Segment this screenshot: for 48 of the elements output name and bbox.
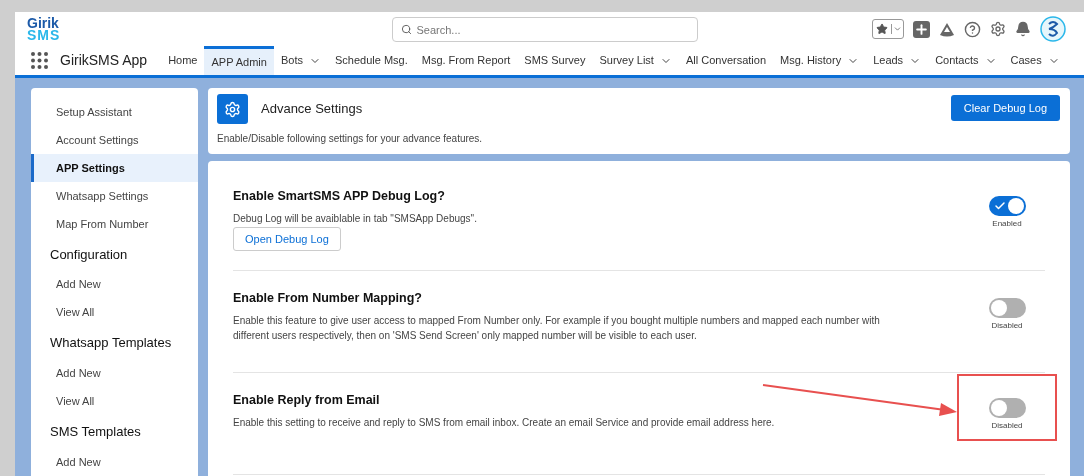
trailhead-icon[interactable] bbox=[939, 21, 955, 37]
toggle-status: Disabled bbox=[991, 420, 1023, 432]
clear-log-button[interactable]: Clear Debug Log bbox=[950, 95, 1060, 121]
setting-title: Enable SmartSMS APP Debug Log? bbox=[233, 188, 445, 205]
nav-tab[interactable]: Leads bbox=[866, 46, 929, 75]
settings-icon[interactable] bbox=[990, 21, 1006, 37]
nav-tab[interactable]: APP Admin bbox=[204, 46, 274, 75]
notification-icon[interactable] bbox=[1015, 21, 1031, 37]
favorites-button[interactable] bbox=[872, 19, 904, 39]
help-icon[interactable] bbox=[964, 20, 981, 38]
search-icon bbox=[400, 23, 412, 35]
setting-description: Debug Log will be avaiblable in tab "SMSApp Debugs". bbox=[233, 211, 478, 226]
sidebar-heading: SMS Templates bbox=[49, 422, 142, 441]
nav-tab[interactable]: Home bbox=[161, 46, 205, 75]
sidebar-heading: Configuration bbox=[49, 245, 129, 264]
nav-tab[interactable]: Survey List bbox=[592, 46, 679, 75]
add-icon[interactable] bbox=[913, 20, 930, 38]
setting-description: Enable this setting to receive and reply to SMS from email inbox. Create an email Service and provide email address here. bbox=[233, 415, 776, 430]
page-subtitle: Enable/Disable following settings for your advance features. bbox=[217, 132, 484, 146]
open-log-button[interactable]: Open Debug Log bbox=[233, 227, 341, 251]
nav-tab[interactable]: All Conversation bbox=[678, 46, 773, 75]
toggle-status: Disabled bbox=[991, 320, 1023, 332]
caret-icon bbox=[891, 24, 903, 34]
toggle-switch[interactable] bbox=[988, 298, 1026, 318]
nav-tab[interactable]: Contacts bbox=[928, 46, 1004, 75]
sidebar-heading: Whatsapp Templates bbox=[49, 334, 173, 353]
setting-title: Enable From Number Mapping? bbox=[233, 290, 422, 307]
nav-tab[interactable]: SMS Survey bbox=[517, 46, 593, 75]
search-field[interactable]: Search... bbox=[391, 17, 698, 42]
app-name: GirikSMS App bbox=[60, 51, 148, 70]
check-icon bbox=[993, 200, 1006, 212]
settings-icon bbox=[217, 94, 248, 124]
nav-tab[interactable]: Msg. History bbox=[773, 46, 867, 75]
setting-title: Enable Reply from Email bbox=[233, 392, 380, 409]
toggle-switch[interactable] bbox=[988, 398, 1026, 418]
logo[interactable]: Girik SMS bbox=[27, 17, 107, 41]
star-icon bbox=[876, 23, 888, 35]
toggle-switch[interactable] bbox=[988, 196, 1026, 216]
avatar[interactable] bbox=[1040, 16, 1066, 42]
nav-tab[interactable]: Schedule Msg. bbox=[327, 46, 415, 75]
sidebar-item[interactable]: APP Settings bbox=[31, 154, 198, 182]
nav-tab[interactable]: Cases bbox=[1003, 46, 1067, 75]
setting-description: Enable this feature to give user access to mapped From Number only. For example if you bought multiple numbers and mapped each number with different users respectively, then on 'SMS Send Screen' only mapped number will be visible to each user. bbox=[233, 313, 881, 343]
nav-tab[interactable]: Bots bbox=[273, 46, 328, 75]
toggle-status: Enabled bbox=[992, 218, 1022, 230]
nav-tab[interactable]: Msg. From Report bbox=[414, 46, 518, 75]
app-launcher-icon[interactable] bbox=[31, 52, 48, 69]
page-title: Advance Settings bbox=[261, 100, 363, 119]
